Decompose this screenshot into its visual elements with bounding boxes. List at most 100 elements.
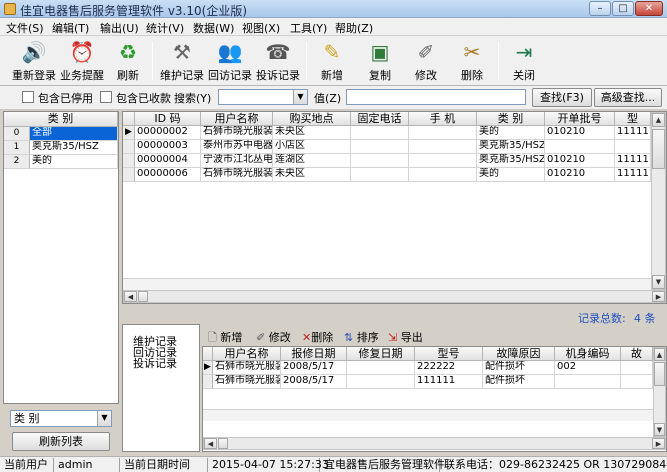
table-cell[interactable]: 2008/5/17 xyxy=(281,361,347,375)
table-cell[interactable]: 111111 xyxy=(415,375,483,389)
include-collected-checkbox[interactable] xyxy=(100,91,112,103)
category-item-all[interactable]: 全部 xyxy=(30,127,118,141)
minimize-button[interactable]: – xyxy=(589,1,611,16)
scroll-up-icon[interactable]: ▲ xyxy=(652,113,665,127)
table-cell[interactable]: 配件损坏 xyxy=(483,375,555,389)
table-cell[interactable] xyxy=(621,361,653,375)
col-header-model[interactable]: 型 xyxy=(615,112,651,126)
table-cell[interactable]: 奥克斯35/HSZ xyxy=(477,154,545,168)
table-cell[interactable] xyxy=(615,140,651,154)
table-cell[interactable]: 泰州市苏中电器 xyxy=(201,140,273,154)
scroll-thumb[interactable] xyxy=(138,291,148,302)
table-cell[interactable]: 石狮市晓光服装 xyxy=(213,375,281,389)
table-cell[interactable]: 111111 xyxy=(615,168,651,182)
maintenance-record-button[interactable]: ⚒ 维护记录 xyxy=(158,38,206,84)
table-cell[interactable]: 010210 xyxy=(545,168,615,182)
table-cell[interactable]: 00000006 xyxy=(135,168,201,182)
table-cell[interactable]: 00000002 xyxy=(135,126,201,140)
table-cell[interactable]: 111111 xyxy=(615,154,651,168)
menu-edit[interactable]: 编辑(T) xyxy=(52,20,89,36)
detail-delete-button[interactable]: ✕删除 xyxy=(302,329,333,345)
col-header-category[interactable]: 类 别 xyxy=(477,112,545,126)
col-header-fault-reason[interactable]: 故障原因 xyxy=(483,347,555,361)
horizontal-scrollbar[interactable]: ◀ ▶ xyxy=(123,290,666,303)
table-cell[interactable]: 美的 xyxy=(477,126,545,140)
find-button[interactable]: 查找(F3) xyxy=(532,88,592,107)
scroll-down-icon[interactable]: ▼ xyxy=(654,423,665,436)
delete-button[interactable]: ✂ 删除 xyxy=(452,38,492,84)
complaint-record-button[interactable]: ☎ 投诉记录 xyxy=(254,38,302,84)
col-header-mobile[interactable]: 手 机 xyxy=(409,112,477,126)
relogin-button[interactable]: 🔊 重新登录 xyxy=(10,38,58,84)
tab-complaint-record[interactable]: 投诉记录 xyxy=(133,355,177,371)
table-cell[interactable]: 2008/5/17 xyxy=(281,375,347,389)
window-close-button[interactable]: ✕ xyxy=(635,1,663,16)
col-header-location[interactable]: 购买地点 xyxy=(273,112,351,126)
vertical-scrollbar[interactable]: ▲ ▼ xyxy=(653,347,666,437)
menu-help[interactable]: 帮助(Z) xyxy=(335,20,373,36)
table-cell[interactable] xyxy=(409,154,477,168)
menu-statistics[interactable]: 统计(V) xyxy=(146,20,184,36)
table-cell[interactable]: 010210 xyxy=(545,126,615,140)
reminder-button[interactable]: ⏰ 业务提醒 xyxy=(58,38,106,84)
table-cell[interactable] xyxy=(409,140,477,154)
close-button[interactable]: ⇥ 关闭 xyxy=(504,38,544,84)
table-cell[interactable]: 小店区 xyxy=(273,140,351,154)
table-cell[interactable]: 美的 xyxy=(477,168,545,182)
table-cell[interactable]: 莲湖区 xyxy=(273,154,351,168)
value-input[interactable] xyxy=(346,89,526,105)
table-cell[interactable]: 111111 xyxy=(615,126,651,140)
category-select[interactable]: 类 别 ▼ xyxy=(10,410,112,427)
menu-output[interactable]: 输出(U) xyxy=(100,20,139,36)
col-header-batch[interactable]: 开单批号 xyxy=(545,112,615,126)
table-cell[interactable]: 石狮市晓光服装 xyxy=(213,361,281,375)
table-cell[interactable] xyxy=(409,126,477,140)
table-cell[interactable]: 010210 xyxy=(545,154,615,168)
maximize-button[interactable]: □ xyxy=(612,1,634,16)
scroll-down-icon[interactable]: ▼ xyxy=(652,275,665,289)
col-header-phone[interactable]: 固定电话 xyxy=(351,112,409,126)
include-disabled-checkbox[interactable] xyxy=(22,91,34,103)
vertical-scrollbar[interactable]: ▲ ▼ xyxy=(651,112,666,290)
refresh-button[interactable]: ♻ 刷新 xyxy=(108,38,148,84)
col-header-user-name[interactable]: 用户名称 xyxy=(213,347,281,361)
refresh-list-button[interactable]: 刷新列表 xyxy=(12,432,110,451)
table-cell[interactable] xyxy=(347,361,415,375)
col-header-name[interactable]: 用户名称 xyxy=(201,112,273,126)
edit-button[interactable]: ✐ 修改 xyxy=(406,38,446,84)
table-cell[interactable]: 配件损坏 xyxy=(483,361,555,375)
scroll-left-icon[interactable]: ◀ xyxy=(204,438,217,449)
menu-file[interactable]: 文件(S) xyxy=(6,20,44,36)
category-item-aux[interactable]: 奥克斯35/HSZ xyxy=(30,141,118,155)
col-header-id[interactable]: ID 码 xyxy=(135,112,201,126)
table-cell[interactable] xyxy=(351,168,409,182)
table-cell[interactable]: 奥克斯35/HSZ xyxy=(477,140,545,154)
table-cell[interactable]: 222222 xyxy=(415,361,483,375)
table-cell[interactable]: 石狮市晓光服装 xyxy=(201,168,273,182)
scroll-thumb[interactable] xyxy=(218,438,228,449)
scroll-thumb[interactable] xyxy=(652,129,665,169)
menu-tools[interactable]: 工具(Y) xyxy=(290,20,327,36)
new-button[interactable]: ✎ 新增 xyxy=(312,38,352,84)
col-header-model[interactable]: 型号 xyxy=(415,347,483,361)
copy-button[interactable]: ▣ 复制 xyxy=(360,38,400,84)
table-cell[interactable]: 宁波市江北丛电器 xyxy=(201,154,273,168)
col-header-serial[interactable]: 机身编码 xyxy=(555,347,621,361)
col-header-fault[interactable]: 故 xyxy=(621,347,653,361)
search-field-select[interactable]: ▼ xyxy=(218,89,308,105)
menu-data[interactable]: 数据(W) xyxy=(193,20,234,36)
table-cell[interactable] xyxy=(351,154,409,168)
category-item-midea[interactable]: 美的 xyxy=(30,155,118,169)
table-cell[interactable] xyxy=(347,375,415,389)
table-cell[interactable] xyxy=(409,168,477,182)
scroll-thumb[interactable] xyxy=(654,362,665,386)
table-cell[interactable]: 未央区 xyxy=(273,126,351,140)
table-cell[interactable]: 002 xyxy=(555,361,621,375)
table-cell[interactable]: 00000004 xyxy=(135,154,201,168)
scroll-right-icon[interactable]: ▶ xyxy=(652,291,665,302)
table-cell[interactable] xyxy=(351,140,409,154)
advanced-find-button[interactable]: 高级查找... xyxy=(594,88,662,107)
table-cell[interactable] xyxy=(351,126,409,140)
scroll-up-icon[interactable]: ▲ xyxy=(654,348,665,361)
col-header-repair-date[interactable]: 修复日期 xyxy=(347,347,415,361)
